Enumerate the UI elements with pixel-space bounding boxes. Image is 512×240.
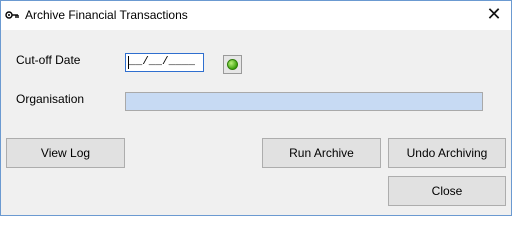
archive-dialog: Archive Financial Transactions ✕ Cut-off…: [0, 0, 512, 216]
green-orb-icon: [227, 59, 238, 70]
title-bar[interactable]: Archive Financial Transactions ✕: [1, 1, 511, 30]
organisation-label: Organisation: [16, 92, 85, 106]
date-picker-button[interactable]: [223, 55, 242, 74]
undo-archiving-button[interactable]: Undo Archiving: [388, 138, 506, 168]
view-log-button[interactable]: View Log: [6, 138, 125, 168]
cutoff-date-label: Cut-off Date: [16, 53, 81, 67]
organisation-input[interactable]: [125, 92, 483, 111]
window-title: Archive Financial Transactions: [25, 8, 188, 22]
run-archive-button[interactable]: Run Archive: [262, 138, 381, 168]
close-button[interactable]: Close: [388, 176, 506, 206]
key-icon: [5, 11, 19, 19]
cutoff-date-input[interactable]: __/__/____: [125, 53, 204, 72]
cutoff-date-value: __/__/____: [129, 56, 196, 68]
close-icon[interactable]: ✕: [477, 1, 511, 30]
text-caret: [128, 56, 129, 69]
